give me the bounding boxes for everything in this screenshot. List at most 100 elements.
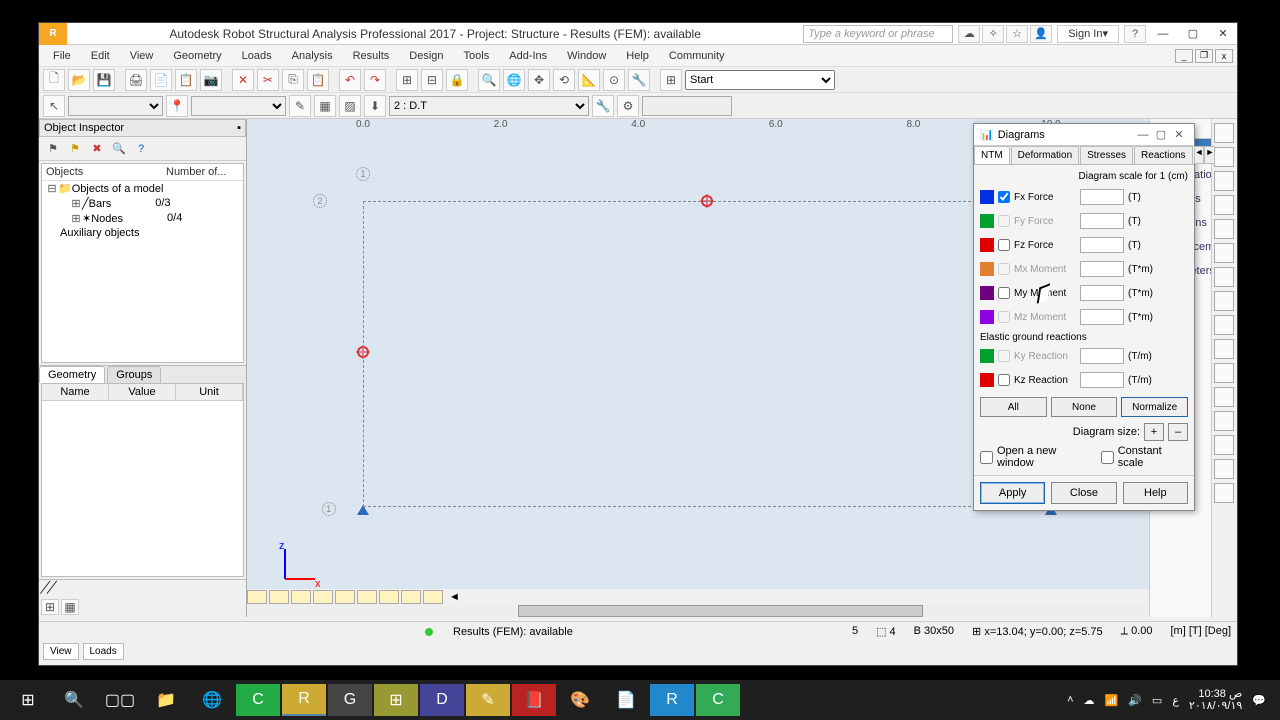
menu-file[interactable]: File	[43, 48, 81, 64]
mdi-close[interactable]: x	[1215, 49, 1233, 63]
app-icon-3[interactable]: ⊞	[374, 684, 418, 716]
tray-cloud-icon[interactable]: ☁	[1084, 694, 1095, 707]
case-combo[interactable]: 2 : D.T	[389, 96, 589, 116]
tray-battery-icon[interactable]: ▭	[1152, 694, 1162, 707]
measure-icon[interactable]: 📐	[578, 69, 600, 91]
close-button[interactable]: ✕	[1209, 24, 1237, 44]
tab-geometry[interactable]: Geometry	[39, 366, 105, 383]
key-icon[interactable]: ✧	[982, 25, 1004, 43]
menu-edit[interactable]: Edit	[81, 48, 120, 64]
calc-icon[interactable]: ⊞	[396, 69, 418, 91]
dialog-max-icon[interactable]: ▢	[1152, 128, 1170, 141]
close-button-dlg[interactable]: Close	[1051, 482, 1116, 504]
menu-help[interactable]: Help	[616, 48, 659, 64]
oi-search-icon[interactable]: 🔍	[111, 141, 127, 157]
plane-icon[interactable]: ▦	[314, 95, 336, 117]
pdf-icon[interactable]: 📕	[512, 684, 556, 716]
new-icon[interactable]: 🗋	[43, 69, 65, 91]
tray-up-icon[interactable]: ˄	[1067, 694, 1073, 706]
snap-icon[interactable]: ⊙	[603, 69, 625, 91]
node-sel-icon[interactable]: 📍	[166, 95, 188, 117]
search-box[interactable]: Type a keyword or phrase	[803, 25, 953, 43]
robot-icon[interactable]: R	[282, 684, 326, 716]
grid-btn2[interactable]: ▦	[61, 599, 79, 615]
print-icon[interactable]: 🖨	[125, 69, 147, 91]
force-value-3[interactable]	[1080, 261, 1124, 277]
app-icon-6[interactable]: 🎨	[558, 684, 602, 716]
screenshot-icon[interactable]: 📋	[175, 69, 197, 91]
settings-icon[interactable]: ⚙	[617, 95, 639, 117]
open-icon[interactable]: 📂	[68, 69, 90, 91]
wrench-icon[interactable]: 🔧	[592, 95, 614, 117]
maximize-button[interactable]: ▢	[1179, 24, 1207, 44]
taskview-button[interactable]: ▢▢	[98, 684, 142, 716]
redo-icon[interactable]: ↷	[364, 69, 386, 91]
normalize-button[interactable]: Normalize	[1121, 397, 1188, 417]
force-checkbox-4[interactable]	[998, 287, 1010, 299]
app-icon-8[interactable]: C	[696, 684, 740, 716]
horizontal-scrollbar[interactable]	[247, 605, 1149, 617]
menu-results[interactable]: Results	[343, 48, 400, 64]
selection-combo-2[interactable]	[191, 96, 286, 116]
dtab-reactions[interactable]: Reactions	[1134, 146, 1192, 164]
explorer-icon[interactable]: 📁	[144, 684, 188, 716]
dtab-stresses[interactable]: Stresses	[1080, 146, 1133, 164]
tray-notifications-icon[interactable]: 💬	[1252, 694, 1266, 707]
all-button[interactable]: All	[980, 397, 1047, 417]
oi-flag-icon[interactable]: ⚑	[67, 141, 83, 157]
app-icon-1[interactable]: C	[236, 684, 280, 716]
edit-sel-icon[interactable]: ✎	[289, 95, 311, 117]
select-icon[interactable]: ↖	[43, 95, 65, 117]
object-tree[interactable]: ObjectsNumber of... ⊟📁 Objects of a mode…	[41, 163, 244, 363]
lock-icon[interactable]: 🔒	[446, 69, 468, 91]
force-value-5[interactable]	[1080, 309, 1124, 325]
app-icon-5[interactable]: ✎	[466, 684, 510, 716]
view-tab[interactable]: View	[43, 643, 79, 660]
dialog-min-icon[interactable]: —	[1134, 129, 1152, 141]
reaction-value-0[interactable]	[1080, 348, 1124, 364]
zoom-all-icon[interactable]: 🌐	[503, 69, 525, 91]
case-icon[interactable]: ⬇	[364, 95, 386, 117]
force-value-4[interactable]	[1080, 285, 1124, 301]
rtool-1[interactable]	[1214, 123, 1234, 143]
help-button[interactable]: Help	[1123, 482, 1188, 504]
app-icon-7[interactable]: 📄	[604, 684, 648, 716]
minimize-button[interactable]: —	[1149, 24, 1177, 44]
rotate-icon[interactable]: ⟲	[553, 69, 575, 91]
menu-addins[interactable]: Add-Ins	[499, 48, 557, 64]
pan-icon[interactable]: ✥	[528, 69, 550, 91]
menu-window[interactable]: Window	[557, 48, 616, 64]
star-icon[interactable]: ☆	[1006, 25, 1028, 43]
undo-icon[interactable]: ↶	[339, 69, 361, 91]
selection-combo-1[interactable]	[68, 96, 163, 116]
layout-combo[interactable]: Start	[685, 70, 835, 90]
sign-in-button[interactable]: Sign In ▾	[1057, 25, 1119, 43]
dtab-deformation[interactable]: Deformation	[1011, 146, 1079, 164]
tray-clock[interactable]: 10:38 ص٢٠١٨/٠٩/١٩	[1189, 688, 1242, 712]
menu-analysis[interactable]: Analysis	[282, 48, 343, 64]
mdi-min[interactable]: _	[1175, 49, 1193, 63]
cube-icon[interactable]: ▨	[339, 95, 361, 117]
copy-icon[interactable]: ⎘	[282, 69, 304, 91]
tray-wifi-icon[interactable]: 📶	[1105, 694, 1119, 707]
menu-loads[interactable]: Loads	[232, 48, 282, 64]
menu-design[interactable]: Design	[399, 48, 453, 64]
loads-tab[interactable]: Loads	[83, 643, 124, 660]
app-icon-4[interactable]: D	[420, 684, 464, 716]
reaction-value-1[interactable]	[1080, 372, 1124, 388]
save-icon[interactable]: 💾	[93, 69, 115, 91]
open-new-checkbox[interactable]	[980, 451, 993, 464]
force-value-0[interactable]	[1080, 189, 1124, 205]
tab-next[interactable]: ►	[1204, 146, 1215, 164]
property-grid[interactable]: Name Value Unit	[41, 383, 244, 577]
grid-btn1[interactable]: ⊞	[41, 599, 59, 615]
menu-geometry[interactable]: Geometry	[163, 48, 231, 64]
cloud-icon[interactable]: ☁	[958, 25, 980, 43]
dialog-close-icon[interactable]: ✕	[1170, 128, 1188, 141]
start-button[interactable]: ⊞	[6, 684, 50, 716]
oi-filter-icon[interactable]: ⚑	[45, 141, 61, 157]
menu-view[interactable]: View	[120, 48, 164, 64]
dtab-ntm[interactable]: NTM	[974, 146, 1010, 164]
paste-icon[interactable]: 📋	[307, 69, 329, 91]
apply-button[interactable]: Apply	[980, 482, 1045, 504]
